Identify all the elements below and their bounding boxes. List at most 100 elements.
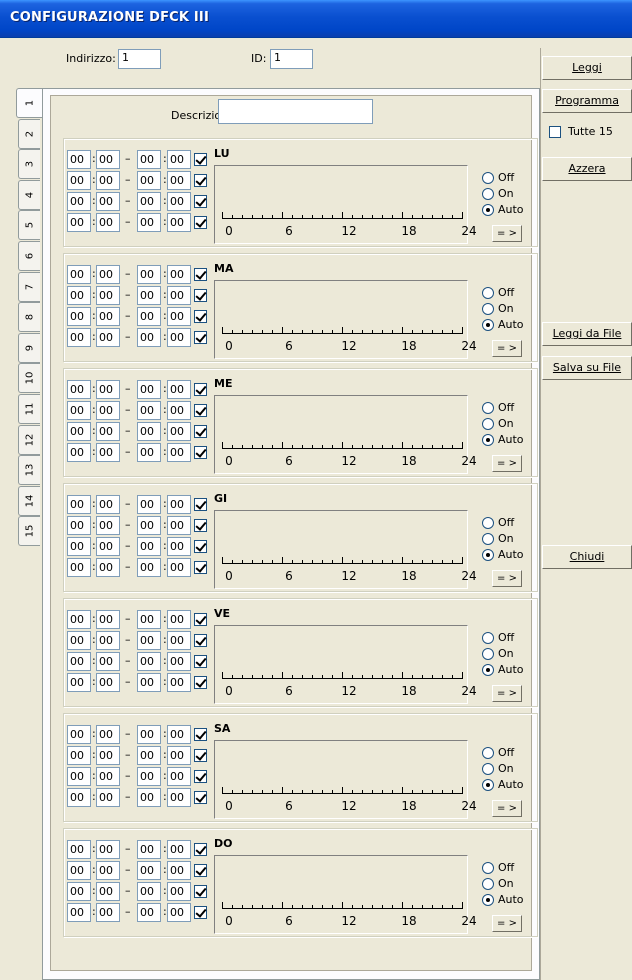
end-minute-input[interactable]: 00: [167, 631, 191, 650]
end-minute-input[interactable]: 00: [167, 213, 191, 232]
mode-auto-radio[interactable]: [482, 549, 494, 561]
tab-4[interactable]: 4: [18, 179, 40, 210]
end-minute-input[interactable]: 00: [167, 328, 191, 347]
end-minute-input[interactable]: 00: [167, 307, 191, 326]
end-hour-input[interactable]: 00: [137, 631, 161, 650]
save-to-file-button[interactable]: Salva su File: [542, 356, 632, 380]
tab-13[interactable]: 13: [18, 455, 40, 486]
copy-day-button[interactable]: = >: [492, 915, 522, 932]
interval-enabled-checkbox[interactable]: [194, 153, 207, 166]
start-minute-input[interactable]: 00: [96, 652, 120, 671]
copy-day-button[interactable]: = >: [492, 340, 522, 357]
interval-enabled-checkbox[interactable]: [194, 843, 207, 856]
end-minute-input[interactable]: 00: [167, 537, 191, 556]
start-minute-input[interactable]: 00: [96, 328, 120, 347]
end-minute-input[interactable]: 00: [167, 443, 191, 462]
end-minute-input[interactable]: 00: [167, 610, 191, 629]
copy-day-button[interactable]: = >: [492, 225, 522, 242]
end-hour-input[interactable]: 00: [137, 265, 161, 284]
interval-enabled-checkbox[interactable]: [194, 864, 207, 877]
interval-enabled-checkbox[interactable]: [194, 174, 207, 187]
start-hour-input[interactable]: 00: [67, 213, 91, 232]
end-minute-input[interactable]: 00: [167, 558, 191, 577]
start-minute-input[interactable]: 00: [96, 725, 120, 744]
mode-auto-radio[interactable]: [482, 664, 494, 676]
end-minute-input[interactable]: 00: [167, 171, 191, 190]
mode-auto-radio[interactable]: [482, 894, 494, 906]
interval-enabled-checkbox[interactable]: [194, 519, 207, 532]
start-minute-input[interactable]: 00: [96, 307, 120, 326]
start-minute-input[interactable]: 00: [96, 213, 120, 232]
mode-on-radio[interactable]: [482, 418, 494, 430]
end-minute-input[interactable]: 00: [167, 788, 191, 807]
end-hour-input[interactable]: 00: [137, 610, 161, 629]
start-minute-input[interactable]: 00: [96, 673, 120, 692]
start-minute-input[interactable]: 00: [96, 558, 120, 577]
tab-3[interactable]: 3: [18, 149, 40, 180]
copy-day-button[interactable]: = >: [492, 570, 522, 587]
start-hour-input[interactable]: 00: [67, 192, 91, 211]
end-hour-input[interactable]: 00: [137, 903, 161, 922]
end-hour-input[interactable]: 00: [137, 401, 161, 420]
end-hour-input[interactable]: 00: [137, 746, 161, 765]
start-minute-input[interactable]: 00: [96, 882, 120, 901]
interval-enabled-checkbox[interactable]: [194, 634, 207, 647]
end-minute-input[interactable]: 00: [167, 673, 191, 692]
interval-enabled-checkbox[interactable]: [194, 331, 207, 344]
start-hour-input[interactable]: 00: [67, 558, 91, 577]
end-hour-input[interactable]: 00: [137, 558, 161, 577]
address-input[interactable]: 1: [118, 49, 161, 69]
tab-15[interactable]: 15: [18, 516, 40, 547]
interval-enabled-checkbox[interactable]: [194, 195, 207, 208]
start-hour-input[interactable]: 00: [67, 328, 91, 347]
start-hour-input[interactable]: 00: [67, 150, 91, 169]
start-hour-input[interactable]: 00: [67, 610, 91, 629]
start-minute-input[interactable]: 00: [96, 401, 120, 420]
end-hour-input[interactable]: 00: [137, 422, 161, 441]
end-minute-input[interactable]: 00: [167, 840, 191, 859]
start-minute-input[interactable]: 00: [96, 631, 120, 650]
end-minute-input[interactable]: 00: [167, 725, 191, 744]
start-hour-input[interactable]: 00: [67, 286, 91, 305]
mode-off-radio[interactable]: [482, 517, 494, 529]
interval-enabled-checkbox[interactable]: [194, 404, 207, 417]
end-hour-input[interactable]: 00: [137, 286, 161, 305]
interval-enabled-checkbox[interactable]: [194, 216, 207, 229]
end-minute-input[interactable]: 00: [167, 422, 191, 441]
interval-enabled-checkbox[interactable]: [194, 613, 207, 626]
start-hour-input[interactable]: 00: [67, 171, 91, 190]
end-hour-input[interactable]: 00: [137, 788, 161, 807]
start-hour-input[interactable]: 00: [67, 380, 91, 399]
start-minute-input[interactable]: 00: [96, 192, 120, 211]
start-minute-input[interactable]: 00: [96, 903, 120, 922]
interval-enabled-checkbox[interactable]: [194, 540, 207, 553]
end-hour-input[interactable]: 00: [137, 516, 161, 535]
end-hour-input[interactable]: 00: [137, 307, 161, 326]
mode-off-radio[interactable]: [482, 402, 494, 414]
interval-enabled-checkbox[interactable]: [194, 655, 207, 668]
end-hour-input[interactable]: 00: [137, 537, 161, 556]
mode-off-radio[interactable]: [482, 632, 494, 644]
start-hour-input[interactable]: 00: [67, 882, 91, 901]
mode-auto-radio[interactable]: [482, 434, 494, 446]
end-minute-input[interactable]: 00: [167, 652, 191, 671]
interval-enabled-checkbox[interactable]: [194, 770, 207, 783]
mode-on-radio[interactable]: [482, 648, 494, 660]
description-input[interactable]: [218, 99, 373, 124]
start-minute-input[interactable]: 00: [96, 861, 120, 880]
end-minute-input[interactable]: 00: [167, 150, 191, 169]
start-minute-input[interactable]: 00: [96, 380, 120, 399]
start-hour-input[interactable]: 00: [67, 788, 91, 807]
id-input[interactable]: 1: [270, 49, 313, 69]
end-minute-input[interactable]: 00: [167, 192, 191, 211]
end-hour-input[interactable]: 00: [137, 213, 161, 232]
start-minute-input[interactable]: 00: [96, 150, 120, 169]
end-minute-input[interactable]: 00: [167, 861, 191, 880]
start-hour-input[interactable]: 00: [67, 903, 91, 922]
interval-enabled-checkbox[interactable]: [194, 728, 207, 741]
interval-enabled-checkbox[interactable]: [194, 425, 207, 438]
start-minute-input[interactable]: 00: [96, 422, 120, 441]
end-hour-input[interactable]: 00: [137, 882, 161, 901]
end-minute-input[interactable]: 00: [167, 903, 191, 922]
end-hour-input[interactable]: 00: [137, 150, 161, 169]
